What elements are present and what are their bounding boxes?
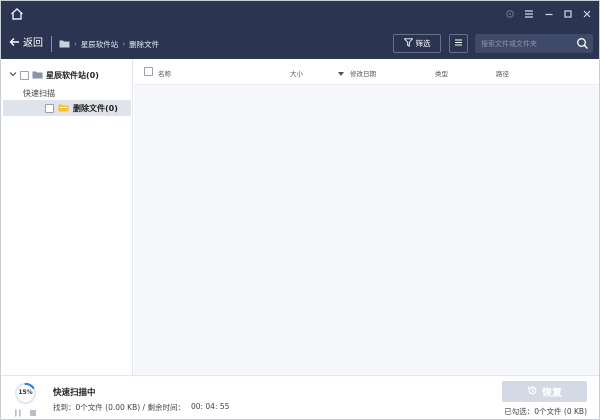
status-bar: 15% 快速扫描中 找到：0个文件 (0.00 KB) / 剩余时间： 00: … xyxy=(1,375,599,419)
selected-count: 已勾选：0个文件 (0 KB) xyxy=(504,407,587,416)
folder-tree: 星辰软件站(0) 快速扫描 删除文件(0) xyxy=(1,59,133,375)
sort-down-icon[interactable] xyxy=(338,70,344,78)
column-type[interactable]: 类型 xyxy=(435,68,448,78)
chevron-right-icon: › xyxy=(122,40,126,48)
back-label: 返回 xyxy=(23,38,43,49)
folder-icon xyxy=(58,103,69,114)
home-icon[interactable] xyxy=(9,6,25,22)
tree-item-deleted-files[interactable]: 删除文件(0) xyxy=(3,100,131,116)
tree-child-label: 删除文件(0) xyxy=(73,103,118,113)
column-name[interactable]: 名称 xyxy=(158,68,171,78)
arrow-left-icon xyxy=(9,37,20,52)
restore-icon xyxy=(527,385,538,399)
filter-button[interactable]: 筛选 xyxy=(393,34,441,53)
search-icon[interactable] xyxy=(576,37,589,50)
breadcrumb-item-site[interactable]: 星辰软件站 xyxy=(81,39,119,50)
breadcrumb-item-deleted[interactable]: 删除文件 xyxy=(129,39,159,50)
maximize-icon[interactable] xyxy=(561,7,575,21)
breadcrumb: › 星辰软件站 › 删除文件 xyxy=(59,38,159,50)
divider xyxy=(51,36,52,52)
recover-button[interactable]: 恢复 xyxy=(502,381,587,402)
tree-root-label: 星辰软件站(0) xyxy=(46,70,99,80)
pause-icon[interactable] xyxy=(14,409,22,417)
app-window: 返回 › 星辰软件站 › 删除文件 筛选 搜索文件或文件夹 星辰软件站(0) 快… xyxy=(0,0,600,420)
filter-icon xyxy=(403,38,413,49)
quick-scan-label: 快速扫描 xyxy=(23,89,55,98)
chevron-down-icon[interactable] xyxy=(9,70,17,80)
file-list: 名称 大小 修改日期 类型 路径 xyxy=(134,59,599,375)
scan-status-title: 快速扫描中 xyxy=(53,388,96,398)
found-files-text: 找到：0个文件 (0.00 KB) / 剩余时间： xyxy=(53,403,185,412)
toolbar: 返回 › 星辰软件站 › 删除文件 筛选 xyxy=(1,29,599,59)
back-button[interactable]: 返回 xyxy=(9,37,43,51)
title-bar xyxy=(1,1,599,29)
list-menu-icon xyxy=(454,38,463,49)
list-view-button[interactable] xyxy=(449,34,468,53)
root-checkbox[interactable] xyxy=(20,70,29,80)
column-size[interactable]: 大小 xyxy=(290,68,303,78)
column-path[interactable]: 路径 xyxy=(496,68,509,78)
tree-root-item[interactable]: 星辰软件站(0) xyxy=(9,69,99,81)
settings-icon[interactable] xyxy=(503,7,517,21)
chevron-right-icon: › xyxy=(74,40,77,48)
table-header: 名称 大小 修改日期 类型 路径 xyxy=(134,59,599,85)
menu-icon[interactable] xyxy=(522,7,536,21)
search-input[interactable] xyxy=(475,34,571,53)
folder-icon xyxy=(32,70,43,81)
recover-label: 恢复 xyxy=(542,388,562,399)
deleted-files-checkbox[interactable] xyxy=(45,103,54,113)
close-icon[interactable] xyxy=(580,7,594,21)
filter-label: 筛选 xyxy=(415,39,431,48)
select-all-checkbox[interactable] xyxy=(144,67,153,76)
scan-status-details: 找到：0个文件 (0.00 KB) / 剩余时间： 00: 04: 55 xyxy=(53,402,229,413)
minimize-icon[interactable] xyxy=(542,7,556,21)
remaining-time: 00: 04: 55 xyxy=(190,402,230,411)
folder-icon xyxy=(59,39,70,50)
search-box xyxy=(475,34,593,53)
stop-icon[interactable] xyxy=(29,409,37,417)
progress-percent: 15% xyxy=(18,389,33,396)
column-modified-date[interactable]: 修改日期 xyxy=(350,68,376,78)
